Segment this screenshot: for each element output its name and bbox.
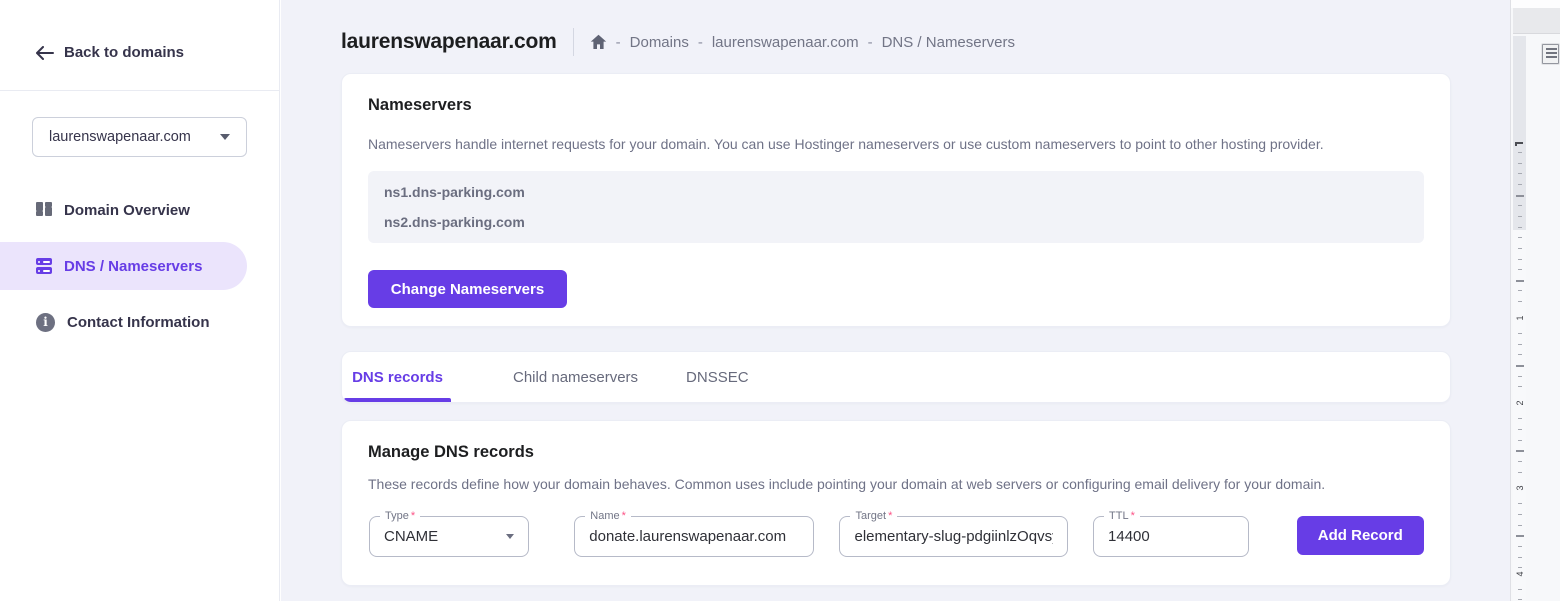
ttl-label: TTL*: [1104, 509, 1140, 523]
tab-dns-records[interactable]: DNS records: [344, 352, 451, 402]
background-window-toolbar: [1513, 8, 1560, 34]
screen: Back to domains laurenswapenaar.com Doma…: [0, 0, 1560, 601]
sidebar-divider: [0, 90, 280, 91]
required-asterisk: *: [622, 510, 626, 522]
formatting-marks-icon[interactable]: [1542, 44, 1559, 64]
dns-list-icon: [36, 258, 52, 274]
required-asterisk: *: [1131, 510, 1135, 522]
background-window-top: [1511, 0, 1560, 8]
sidebar-item-contact-information[interactable]: i Contact Information: [0, 298, 247, 346]
change-nameservers-button[interactable]: Change Nameservers: [368, 270, 567, 308]
chevron-down-icon: [506, 534, 514, 539]
type-select[interactable]: Type* CNAME: [369, 516, 529, 557]
manage-dns-records-card: Manage DNS records These records define …: [341, 420, 1451, 586]
tabs-bar: DNS records Child nameservers DNSSEC: [341, 351, 1451, 403]
ruler-number: 1: [1514, 312, 1526, 324]
add-record-button[interactable]: Add Record: [1297, 516, 1424, 555]
nameservers-card: Nameservers Nameservers handle internet …: [341, 73, 1451, 327]
breadcrumb-separator: -: [868, 34, 873, 51]
vertical-ruler: 1 2 3 4: [1513, 36, 1526, 601]
nameservers-card-title: Nameservers: [368, 96, 1424, 115]
sidebar-item-label: Contact Information: [67, 314, 210, 331]
dns-record-form: Type* CNAME Name* Target* TTL* Add Recor…: [368, 516, 1424, 557]
breadcrumb-item-dns-nameservers: DNS / Nameservers: [882, 34, 1015, 51]
page-header: laurenswapenaar.com - Domains - laurensw…: [341, 28, 1451, 56]
domain-selector[interactable]: laurenswapenaar.com: [32, 117, 247, 157]
sidebar-item-domain-overview[interactable]: Domain Overview: [0, 186, 247, 234]
nameserver-1: ns1.dns-parking.com: [384, 184, 1408, 200]
type-select-value: CNAME: [384, 528, 438, 545]
name-label: Name*: [585, 509, 631, 523]
required-asterisk: *: [411, 510, 415, 522]
header-divider: [573, 28, 574, 56]
breadcrumb-item-domains[interactable]: Domains: [630, 34, 689, 51]
grid-icon: [36, 202, 52, 218]
ruler-number: 2: [1514, 397, 1526, 409]
target-label: Target*: [850, 509, 897, 523]
breadcrumb-item-domain[interactable]: laurenswapenaar.com: [712, 34, 859, 51]
sidebar-nav: Domain Overview DNS / Nameservers i Cont…: [0, 186, 280, 354]
ruler-number: 4: [1514, 568, 1526, 580]
main-content: laurenswapenaar.com - Domains - laurensw…: [281, 0, 1510, 601]
sidebar-item-label: DNS / Nameservers: [64, 258, 202, 275]
ruler-margin-marker: [1515, 142, 1523, 146]
type-label: Type*: [380, 509, 420, 523]
sidebar-item-label: Domain Overview: [64, 202, 190, 219]
tab-child-nameservers[interactable]: Child nameservers: [513, 352, 638, 402]
home-icon[interactable]: [590, 34, 607, 50]
page-title: laurenswapenaar.com: [341, 30, 557, 54]
required-asterisk: *: [888, 510, 892, 522]
background-window: 1 2 3 4: [1510, 0, 1560, 601]
chevron-down-icon: [220, 134, 230, 140]
ruler-margin-area: [1513, 36, 1526, 230]
manage-card-description: These records define how your domain beh…: [368, 476, 1424, 492]
name-field-wrap: Name*: [574, 516, 814, 557]
active-tab-indicator: [344, 398, 451, 402]
sidebar: Back to domains laurenswapenaar.com Doma…: [0, 0, 280, 601]
nameservers-box: ns1.dns-parking.com ns2.dns-parking.com: [368, 171, 1424, 243]
domain-selector-value: laurenswapenaar.com: [49, 129, 191, 145]
breadcrumb-separator: -: [698, 34, 703, 51]
tab-dnssec[interactable]: DNSSEC: [686, 352, 749, 402]
ttl-field-wrap: TTL*: [1093, 516, 1249, 557]
back-to-domains-link[interactable]: Back to domains: [36, 44, 184, 61]
nameserver-2: ns2.dns-parking.com: [384, 214, 1408, 230]
back-to-domains-label: Back to domains: [64, 44, 184, 61]
tab-row: DNS records Child nameservers DNSSEC: [342, 352, 1450, 402]
back-arrow-icon: [36, 46, 54, 60]
nameservers-card-description: Nameservers handle internet requests for…: [368, 136, 1424, 152]
info-icon: i: [36, 313, 55, 332]
ruler-number: 3: [1514, 482, 1526, 494]
breadcrumb: - Domains - laurenswapenaar.com - DNS / …: [590, 34, 1015, 51]
breadcrumb-separator: -: [616, 34, 621, 51]
sidebar-item-dns-nameservers[interactable]: DNS / Nameservers: [0, 242, 247, 290]
manage-card-title: Manage DNS records: [368, 443, 1424, 462]
target-field-wrap: Target*: [839, 516, 1068, 557]
